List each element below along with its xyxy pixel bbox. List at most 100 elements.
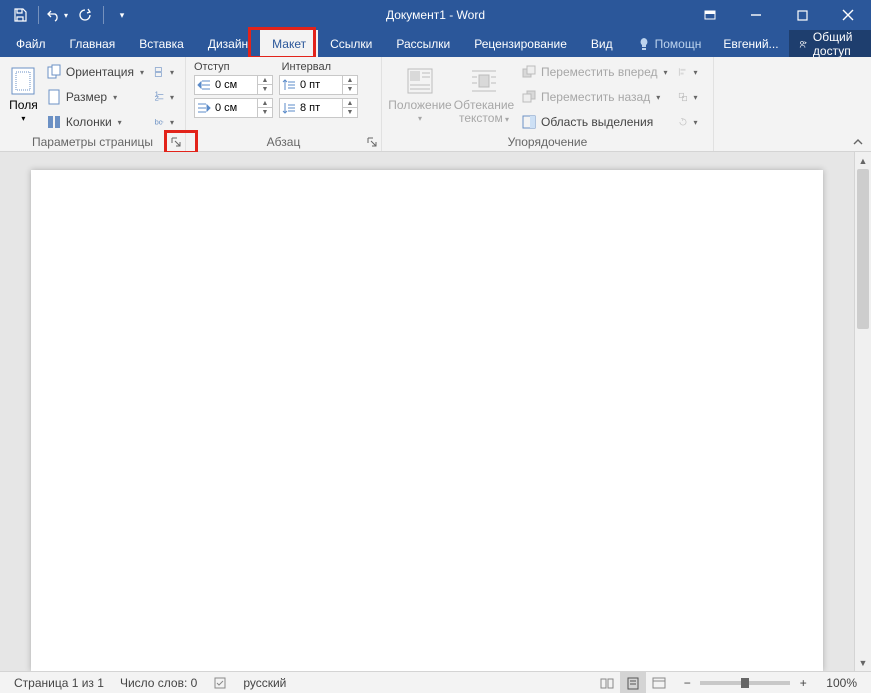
columns-button[interactable]: Колонки▾ — [44, 111, 146, 133]
chevron-up-icon — [852, 137, 864, 147]
document-page[interactable] — [31, 170, 823, 671]
spell-check-button[interactable] — [205, 676, 235, 690]
read-mode-icon — [599, 676, 615, 690]
selection-pane-button[interactable]: Область выделения — [519, 111, 670, 133]
space-before-down[interactable]: ▼ — [343, 85, 357, 94]
tab-review[interactable]: Рецензирование — [462, 30, 579, 57]
share-button[interactable]: Общий доступ — [789, 30, 871, 57]
word-count[interactable]: Число слов: 0 — [112, 676, 205, 690]
ribbon-display-button[interactable] — [687, 0, 733, 30]
indent-left-down[interactable]: ▼ — [258, 85, 272, 94]
language-button[interactable]: русский — [235, 676, 294, 690]
paragraph-launcher[interactable] — [365, 135, 379, 149]
rotate-button[interactable]: ▾ — [676, 111, 700, 133]
indent-right-down[interactable]: ▼ — [258, 108, 272, 117]
tell-me-box[interactable]: Помощн — [625, 30, 714, 57]
tab-home[interactable]: Главная — [58, 30, 128, 57]
zoom-in-button[interactable]: + — [796, 676, 810, 690]
collapse-ribbon-button[interactable] — [849, 135, 867, 149]
user-account[interactable]: Евгений... — [713, 30, 788, 57]
space-after-down[interactable]: ▼ — [343, 108, 357, 117]
maximize-button[interactable] — [779, 0, 825, 30]
space-after-spin[interactable]: ▲▼ — [279, 98, 358, 118]
indent-right-spin[interactable]: ▲▼ — [194, 98, 273, 118]
zoom-out-button[interactable]: − — [680, 676, 694, 690]
indent-left-up[interactable]: ▲ — [258, 76, 272, 85]
wrap-text-button[interactable]: Обтекание текстом ▾ — [452, 61, 516, 133]
read-mode-button[interactable] — [594, 672, 620, 693]
tab-mailings[interactable]: Рассылки — [384, 30, 462, 57]
scroll-thumb[interactable] — [857, 169, 869, 329]
page-count[interactable]: Страница 1 из 1 — [6, 676, 112, 690]
size-icon — [46, 89, 62, 105]
indent-left-input[interactable] — [213, 79, 257, 91]
spacing-label: Интервал — [282, 61, 331, 73]
zoom-knob[interactable] — [741, 678, 749, 688]
tab-file[interactable]: Файл — [4, 30, 58, 57]
group-icon — [678, 89, 688, 105]
zoom-slider: − + — [672, 676, 818, 690]
tab-references[interactable]: Ссылки — [318, 30, 384, 57]
columns-icon — [46, 114, 62, 130]
zoom-level[interactable]: 100% — [818, 676, 865, 690]
page-setup-launcher[interactable] — [169, 135, 183, 149]
position-icon — [404, 65, 436, 97]
spell-check-icon — [213, 676, 227, 690]
group-page-setup: Поля▾ Ориентация▾ Размер▾ Колонки▾ ▾ — [0, 57, 186, 151]
hyphenation-icon: bc — [154, 114, 164, 130]
print-layout-button[interactable] — [620, 672, 646, 693]
document-canvas[interactable] — [0, 152, 854, 671]
space-after-up[interactable]: ▲ — [343, 99, 357, 108]
undo-button[interactable]: ▾ — [43, 0, 71, 30]
space-after-input[interactable] — [298, 102, 342, 114]
scroll-down-button[interactable]: ▼ — [855, 654, 871, 671]
line-numbers-button[interactable]: 12▾ — [152, 86, 176, 108]
margins-button[interactable]: Поля▾ — [6, 61, 41, 133]
redo-button[interactable] — [71, 0, 99, 30]
minimize-button[interactable] — [733, 0, 779, 30]
space-before-spin[interactable]: ▲▼ — [279, 75, 358, 95]
zoom-track[interactable] — [700, 681, 790, 685]
qat-customize-button[interactable]: ▾ — [108, 0, 136, 30]
lightbulb-icon — [637, 37, 651, 51]
bring-forward-icon — [521, 64, 537, 80]
breaks-button[interactable]: ▾ — [152, 61, 176, 83]
group-objects-button[interactable]: ▾ — [676, 86, 700, 108]
save-button[interactable] — [6, 0, 34, 30]
group-paragraph: Отступ Интервал ▲▼ ▲▼ ▲ — [186, 57, 382, 151]
indent-right-up[interactable]: ▲ — [258, 99, 272, 108]
position-button[interactable]: Положение▾ — [388, 61, 452, 133]
wrap-text-icon — [468, 65, 500, 97]
web-layout-button[interactable] — [646, 672, 672, 693]
bring-forward-button[interactable]: Переместить вперед▾ — [519, 61, 670, 83]
close-button[interactable] — [825, 0, 871, 30]
tab-design[interactable]: Дизайн — [196, 30, 260, 57]
tab-layout[interactable]: Макет — [260, 30, 318, 57]
space-before-up[interactable]: ▲ — [343, 76, 357, 85]
maximize-icon — [797, 10, 808, 21]
ribbon-tabs: Файл Главная Вставка Дизайн Макет Ссылки… — [0, 30, 871, 57]
vertical-scrollbar[interactable]: ▲ ▼ — [854, 152, 871, 671]
scroll-up-button[interactable]: ▲ — [855, 152, 871, 169]
indent-right-input[interactable] — [213, 102, 257, 114]
group-paragraph-label: Абзац — [267, 135, 301, 149]
undo-icon — [46, 8, 62, 22]
redo-icon — [78, 8, 92, 22]
align-button[interactable]: ▾ — [676, 61, 700, 83]
size-button[interactable]: Размер▾ — [44, 86, 146, 108]
space-before-input[interactable] — [298, 79, 342, 91]
orientation-button[interactable]: Ориентация▾ — [44, 61, 146, 83]
orientation-icon — [46, 64, 62, 80]
group-page-setup-label: Параметры страницы — [32, 135, 153, 149]
send-backward-button[interactable]: Переместить назад▾ — [519, 86, 670, 108]
hyphenation-button[interactable]: bc▾ — [152, 111, 176, 133]
document-title: Документ1 - Word — [386, 8, 485, 22]
tab-insert[interactable]: Вставка — [127, 30, 196, 57]
margins-icon — [7, 65, 39, 97]
rotate-icon — [678, 114, 688, 130]
group-arrange: Положение▾ Обтекание текстом ▾ Перемести… — [382, 57, 714, 151]
indent-left-spin[interactable]: ▲▼ — [194, 75, 273, 95]
document-area: ▲ ▼ — [0, 152, 871, 671]
tab-view[interactable]: Вид — [579, 30, 625, 57]
group-arrange-label: Упорядочение — [508, 135, 588, 149]
